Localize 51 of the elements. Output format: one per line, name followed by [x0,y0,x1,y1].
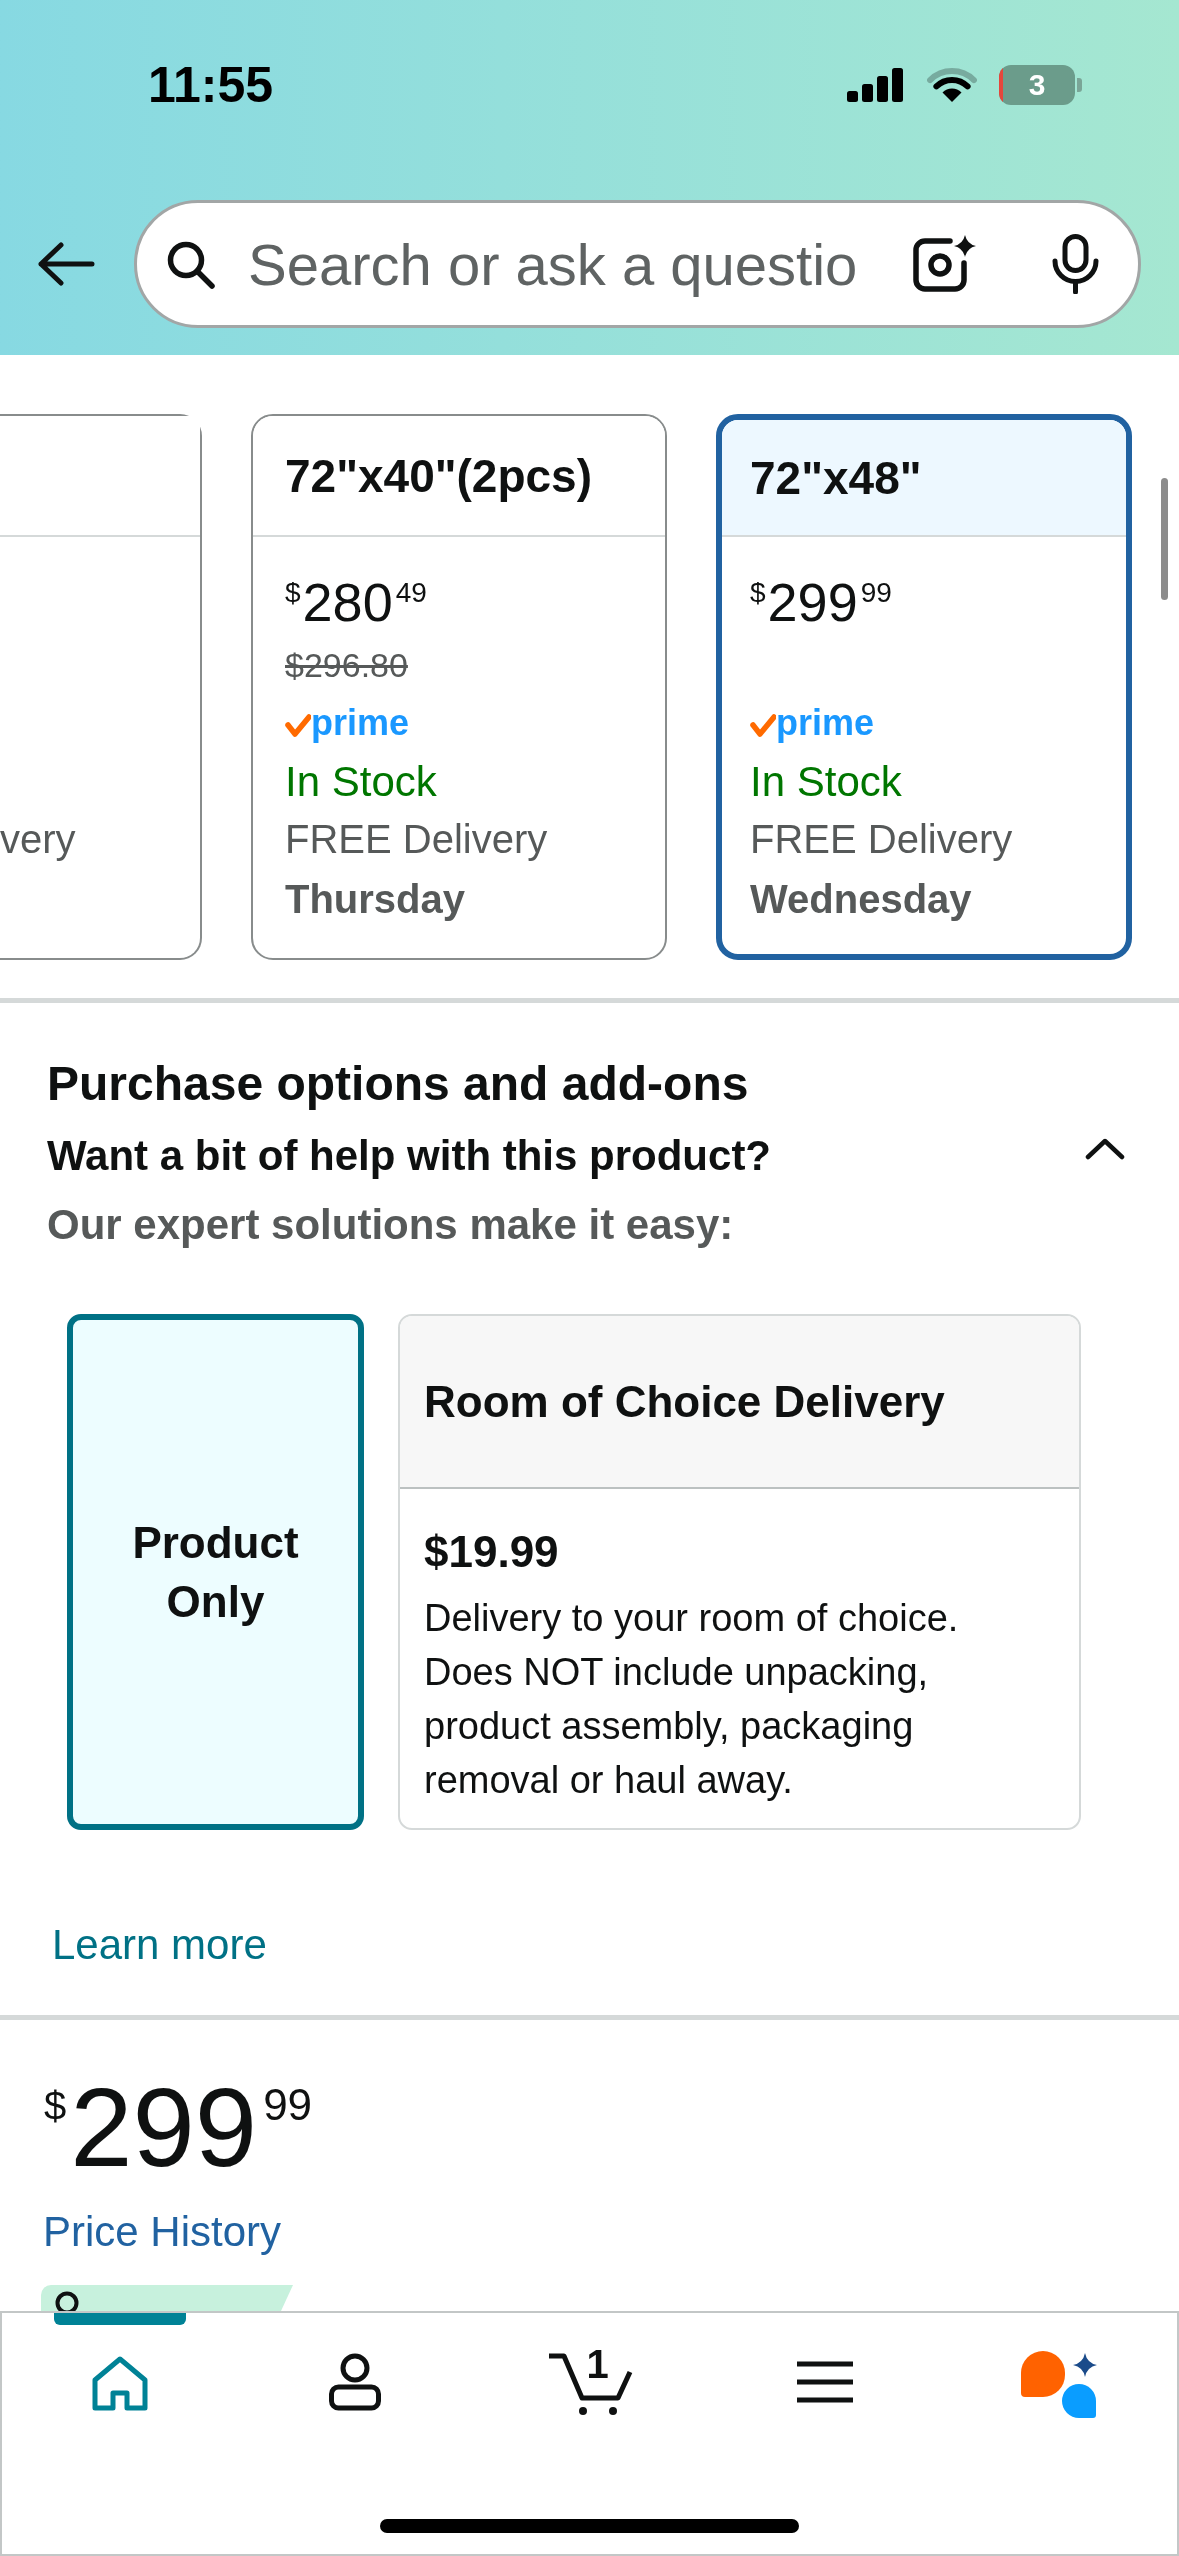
battery-indicator: 3 [999,65,1082,105]
size-option-title: 72"x48" [750,454,922,501]
price-cents: 99 [263,2083,313,2127]
price-dollars: 280 [302,575,393,629]
price-dollars: 299 [767,575,858,629]
chat-bubbles-icon [1020,2351,1099,2419]
option-card[interactable]: Product Only [67,1314,364,1830]
menu-icon [796,2361,853,2403]
price-currency: $ [750,579,766,607]
chevron-up-icon[interactable] [1085,1138,1125,1160]
option-title: Room of Choice Delivery [424,1379,945,1424]
search-field[interactable]: Search or ask a questio [248,224,878,304]
status-time: 11:55 [148,60,274,110]
option-card[interactable]: Room of Choice Delivery $19.99 Delivery to your room of choice. Does NOT include unpacking, product assembly, packaging removal or haul away. [398,1314,1081,1830]
person-icon [327,2353,382,2411]
learn-more-link[interactable]: Learn more [52,1917,267,1973]
search-bar[interactable]: Search or ask a questio [134,200,1141,328]
prime-label: prime [311,705,410,741]
home-icon [90,2356,149,2412]
option-title: Product Only [131,1517,300,1628]
price-dollars: 299 [70,2072,258,2184]
microphone-icon[interactable] [1050,234,1101,294]
section-subtitle: Want a bit of help with this product? [47,1131,772,1181]
price-currency: $ [285,579,301,607]
camera-sparkle-icon[interactable] [911,235,977,293]
price-history-link[interactable]: Price History [43,2204,282,2260]
list-price: $296.80 [285,648,408,682]
option-price: $19.99 [424,1526,560,1578]
price-cents: 99 [860,579,892,607]
cart-tab[interactable]: 1 [472,2313,707,2419]
price-currency: $ [44,2086,67,2126]
wifi-icon [927,67,977,103]
check-icon [285,713,311,737]
stock-status: In Stock [285,761,437,803]
cellular-signal-icon [847,68,905,102]
prime-label: prime [776,705,875,741]
back-button[interactable] [36,241,95,287]
back-arrow-icon [36,241,95,287]
size-option-card[interactable]: very [0,414,202,960]
check-icon [750,713,776,737]
option-description: Delivery to your room of choice. Does NOT include unpacking, product assembly, packaging removal or haul away. [424,1596,960,1803]
cart-count: 1 [586,2344,609,2384]
delivery-day: Thursday [285,869,633,929]
delivery-text: FREE Delivery [750,816,1014,863]
section-description: Our expert solutions make it easy: [47,1200,735,1250]
delivery-text: very [0,816,77,863]
stock-status: In Stock [750,761,902,803]
section-title: Purchase options and add-ons [47,1056,750,1112]
price-cents: 49 [395,579,427,607]
delivery-day: Wednesday [750,869,1098,929]
delivery-text: FREE Delivery [285,816,549,863]
